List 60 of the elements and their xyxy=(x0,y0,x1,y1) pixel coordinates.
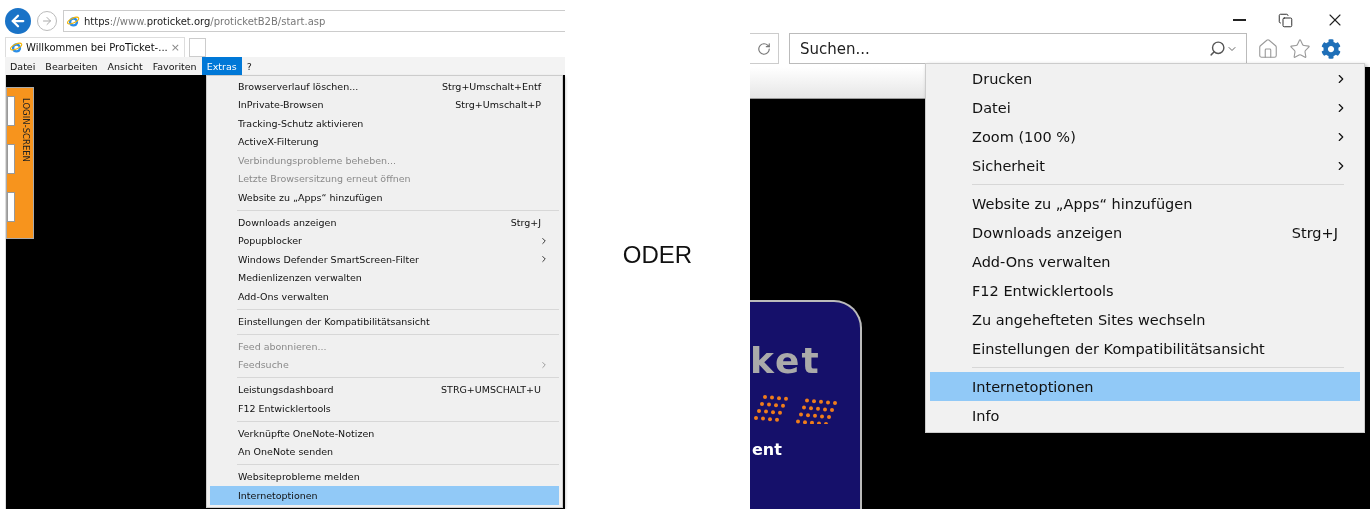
menu-item[interactable]: Websiteprobleme melden xyxy=(210,467,559,486)
search-input[interactable]: Suchen... xyxy=(798,38,1209,59)
menu-item[interactable]: Add-Ons verwalten xyxy=(930,247,1360,276)
menu-item[interactable]: An OneNote senden xyxy=(210,442,559,461)
settings-icon[interactable] xyxy=(1321,38,1341,59)
menu-item[interactable]: Drucken xyxy=(930,64,1360,93)
restore-icon xyxy=(1278,12,1293,28)
menu-item[interactable]: Datei xyxy=(930,93,1360,122)
browser-tab[interactable]: Willkommen bei ProTicket-... × xyxy=(5,37,185,57)
logo-tagline: ent xyxy=(752,440,782,459)
menu-bar-item[interactable]: Favoriten xyxy=(147,57,202,75)
menu-item[interactable]: Downloads anzeigen Strg+J xyxy=(930,218,1360,247)
forward-arrow-icon xyxy=(41,15,53,27)
menu-item[interactable]: Medienlizenzen verwalten xyxy=(210,268,559,287)
menu-item[interactable]: Sicherheit xyxy=(930,151,1360,180)
menu-bar-item[interactable]: Datei xyxy=(5,57,41,75)
menu-item[interactable]: Internetoptionen xyxy=(930,372,1360,401)
forward-button[interactable] xyxy=(37,11,57,31)
minimize-icon xyxy=(1233,19,1246,21)
menu-item[interactable]: Tracking-Schutz aktivieren xyxy=(210,114,559,133)
menu-item[interactable]: Windows Defender SmartScreen-Filter xyxy=(210,250,559,269)
menu-bar-item[interactable]: Bearbeiten xyxy=(40,57,103,75)
menu-item[interactable]: F12 Entwicklertools xyxy=(210,399,559,418)
new-tab-button[interactable] xyxy=(189,38,206,57)
logo-wordmark: ket xyxy=(750,340,821,381)
menu-item[interactable]: Verknüpfte OneNote-Notizen xyxy=(210,424,559,443)
menu-item[interactable]: Einstellungen der Kompatibilitätsansicht xyxy=(210,312,559,331)
menu-item[interactable]: Website zu „Apps“ hinzufügen xyxy=(210,188,559,207)
login-label: LOGIN-SCREEN xyxy=(21,98,31,164)
menu-item[interactable]: Browserverlauf löschen... Strg+Umschalt+Entf xyxy=(210,77,559,96)
menu-item[interactable]: Internetoptionen xyxy=(210,486,559,505)
menu-item[interactable]: Einstellungen der Kompatibilitätsansicht xyxy=(930,334,1360,363)
refresh-icon xyxy=(757,41,771,56)
menu-item[interactable]: Info xyxy=(930,401,1360,430)
menu-item[interactable]: ActiveX-Filterung xyxy=(210,132,559,151)
search-icon xyxy=(1209,40,1226,57)
menu-bar-item[interactable]: ? xyxy=(241,57,257,75)
browser-icon xyxy=(67,14,80,28)
back-button[interactable] xyxy=(5,8,31,34)
menu-item[interactable]: Popupblocker xyxy=(210,231,559,250)
menu-item[interactable]: Zu angehefteten Sites wechseln xyxy=(930,305,1360,334)
input-field[interactable] xyxy=(7,144,15,174)
browser-icon xyxy=(10,41,23,54)
menu-item[interactable]: Downloads anzeigen Strg+J xyxy=(210,213,559,232)
input-field[interactable] xyxy=(7,192,15,222)
menu-item[interactable]: Leistungsdashboard STRG+UMSCHALT+U xyxy=(210,380,559,399)
menu-item[interactable]: F12 Entwicklertools xyxy=(930,276,1360,305)
or-label: ODER xyxy=(622,240,693,269)
menu-item[interactable]: Website zu „Apps“ hinzufügen xyxy=(930,189,1360,218)
star-icon[interactable] xyxy=(1289,37,1311,60)
menu-bar-item[interactable]: Extras xyxy=(201,57,242,75)
input-field[interactable] xyxy=(7,96,15,126)
refresh-button[interactable] xyxy=(750,33,779,64)
menu-item[interactable]: InPrivate-Browsen Strg+Umschalt+P xyxy=(210,95,559,114)
close-tab-button[interactable]: × xyxy=(170,41,180,54)
address-field[interactable]: https://www.proticket.org/proticketB2B/start.asp xyxy=(63,10,565,32)
home-icon[interactable] xyxy=(1257,37,1279,60)
menu-item[interactable]: Add-Ons verwalten xyxy=(210,287,559,306)
menu-bar-item[interactable]: Ansicht xyxy=(102,57,148,75)
menu-item[interactable]: Zoom (100 %) xyxy=(930,122,1360,151)
